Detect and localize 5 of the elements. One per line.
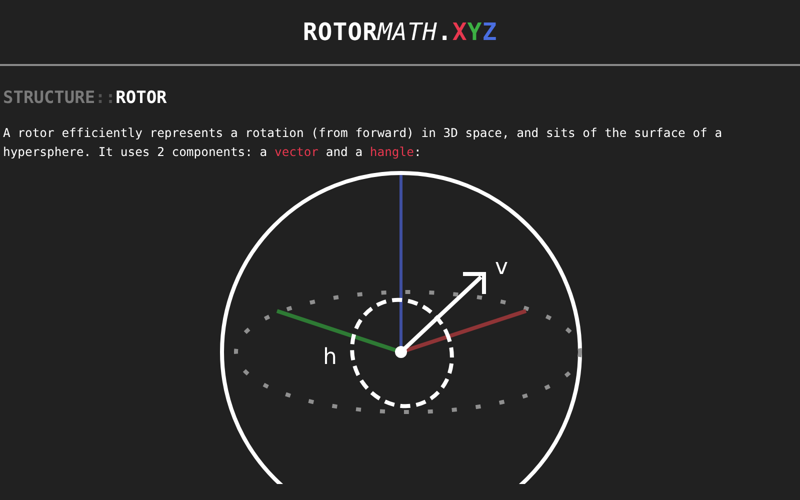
vector-label: v bbox=[495, 255, 508, 280]
section-heading: STRUCTURE::ROTOR bbox=[3, 87, 168, 109]
description-paragraph: A rotor efficiently represents a rotation (from forward) in 3D space, and sits of the surface of a hypersphere. It uses 2 components: a vector and a hangle: bbox=[3, 125, 724, 161]
hangle-label: h bbox=[323, 345, 337, 370]
site-logo[interactable]: ROTORMATH.XYZ bbox=[302, 20, 498, 44]
